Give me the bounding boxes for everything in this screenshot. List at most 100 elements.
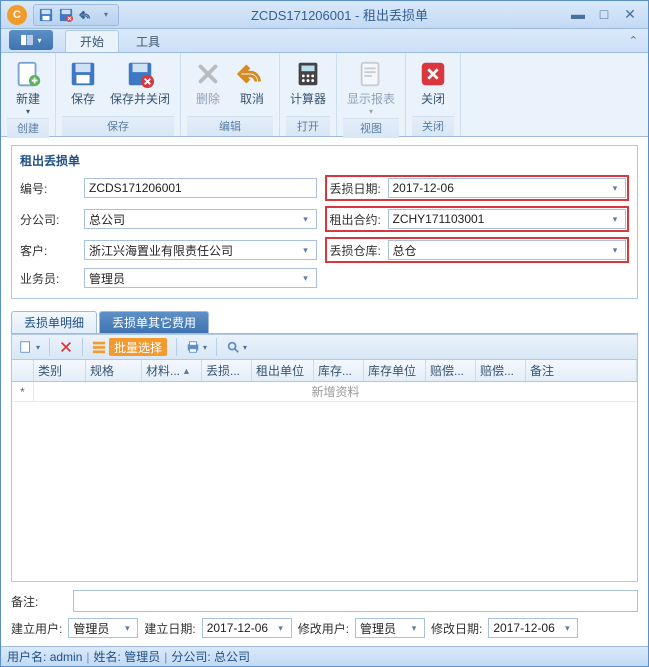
ribbon-tab-tools[interactable]: 工具 (121, 30, 175, 52)
field-warehouse[interactable]: 总仓▾ (388, 240, 627, 260)
col-spec[interactable]: 规格 (86, 360, 142, 381)
status-branch-value: 总公司 (214, 648, 250, 665)
col-stock[interactable]: 库存... (314, 360, 364, 381)
grid-body[interactable]: * 新增资料 (11, 382, 638, 582)
meta-row: 建立用户: 管理员▾ 建立日期: 2017-12-06▾ 修改用户: 管理员▾ … (11, 618, 638, 638)
qat-undo-icon[interactable] (78, 7, 94, 23)
delete-icon (192, 58, 224, 90)
field-modify-date[interactable]: 2017-12-06▾ (488, 618, 578, 638)
qat-save-close-icon[interactable] (58, 7, 74, 23)
detail-area: 丢损单明细 丢损单其它费用 ▾ 批量选择 ▾ ▾ 类别 规格 (11, 311, 638, 582)
new-document-icon (12, 58, 44, 90)
chevron-down-icon[interactable]: ▾ (300, 214, 312, 225)
window-title: ZCDS171206001 - 租出丢损单 (119, 5, 560, 24)
content-area: 租出丢损单 编号: ZCDS171206001 丢损日期: 2017-12-06… (1, 137, 648, 646)
close-icon (417, 58, 449, 90)
save-close-button[interactable]: 保存并关闭 (106, 56, 174, 108)
app-icon: C (7, 5, 27, 25)
label-contract: 租出合约: (328, 211, 384, 228)
col-rent-unit[interactable]: 租出单位 (252, 360, 314, 381)
label-remark: 备注: (11, 593, 67, 610)
toolbar-new-button[interactable]: ▾ (16, 337, 43, 357)
save-button[interactable]: 保存 (62, 56, 104, 108)
label-date: 丢损日期: (328, 180, 384, 197)
field-create-date[interactable]: 2017-12-06▾ (202, 618, 292, 638)
status-bar: 用户名: admin | 姓名: 管理员 | 分公司: 总公司 (1, 646, 648, 666)
report-icon (355, 58, 387, 90)
field-date[interactable]: 2017-12-06▾ (388, 178, 627, 198)
toolbar-delete-button[interactable] (56, 337, 76, 357)
chevron-down-icon[interactable]: ▾ (609, 245, 621, 256)
tab-detail[interactable]: 丢损单明细 (11, 311, 97, 333)
ribbon-collapse-icon[interactable]: ⌃ (619, 34, 648, 47)
ribbon-group-close: 关闭 关闭 (406, 53, 461, 136)
col-comp1[interactable]: 赔偿... (426, 360, 476, 381)
app-window: C ▾ ZCDS171206001 - 租出丢损单 ▬ □ ✕ ▾ 开始 工具 (0, 0, 649, 667)
form-title: 租出丢损单 (20, 152, 629, 169)
label-warehouse: 丢损仓库: (328, 242, 384, 259)
status-branch-label: 分公司: (171, 648, 210, 665)
col-category[interactable]: 类别 (34, 360, 86, 381)
new-row-indicator: * (12, 382, 34, 401)
sort-asc-icon: ▲ (182, 366, 191, 376)
label-operator: 业务员: (20, 270, 76, 287)
highlight-date: 丢损日期: 2017-12-06▾ (325, 175, 630, 201)
toolbar-print-button[interactable]: ▾ (183, 337, 210, 357)
maximize-button[interactable]: □ (596, 6, 612, 23)
field-create-user[interactable]: 管理员▾ (68, 618, 138, 638)
form-panel: 租出丢损单 编号: ZCDS171206001 丢损日期: 2017-12-06… (11, 145, 638, 299)
field-no[interactable]: ZCDS171206001 (84, 178, 317, 198)
label-no: 编号: (20, 180, 76, 197)
new-button[interactable]: 新建 ▾ (7, 56, 49, 118)
field-remark[interactable] (73, 590, 638, 612)
toolbar-batch-button[interactable]: 批量选择 (89, 337, 170, 357)
ribbon-tab-start[interactable]: 开始 (65, 30, 119, 52)
col-remark[interactable]: 备注 (526, 360, 637, 381)
field-branch[interactable]: 总公司▾ (84, 209, 317, 229)
col-material[interactable]: 材料...▲ (142, 360, 202, 381)
cancel-button[interactable]: 取消 (231, 56, 273, 108)
app-menu-button[interactable]: ▾ (9, 30, 53, 50)
label-customer: 客户: (20, 242, 76, 259)
field-operator[interactable]: 管理员▾ (84, 268, 317, 288)
show-report-button: 显示报表 ▾ (343, 56, 399, 118)
grid-corner (12, 360, 34, 381)
ribbon-group-edit: 删除 取消 编辑 (181, 53, 280, 136)
chevron-down-icon[interactable]: ▾ (609, 214, 621, 225)
qat-dropdown-icon[interactable]: ▾ (98, 7, 114, 23)
tab-other-fee[interactable]: 丢损单其它费用 (99, 311, 209, 333)
chevron-down-icon[interactable]: ▾ (609, 183, 621, 194)
ribbon: 新建 ▾ 创建 保存 保存并关闭 保存 (1, 53, 648, 137)
window-buttons: ▬ □ ✕ (560, 6, 648, 23)
qat-save-icon[interactable] (38, 7, 54, 23)
save-icon (67, 58, 99, 90)
quick-access-toolbar: ▾ (33, 4, 119, 26)
minimize-button[interactable]: ▬ (570, 6, 586, 23)
toolbar-preview-button[interactable]: ▾ (223, 337, 250, 357)
grid-toolbar: ▾ 批量选择 ▾ ▾ (11, 334, 638, 360)
calculator-button[interactable]: 计算器 (286, 56, 330, 108)
label-create-user: 建立用户: (11, 620, 62, 637)
close-window-button[interactable]: ✕ (622, 6, 638, 23)
chevron-down-icon[interactable]: ▾ (300, 273, 312, 284)
status-user-value: admin (50, 650, 83, 664)
chevron-down-icon[interactable]: ▾ (300, 245, 312, 256)
ribbon-group-save: 保存 保存并关闭 保存 (56, 53, 181, 136)
ribbon-tab-strip: ▾ 开始 工具 ⌃ (1, 29, 648, 53)
field-modify-user[interactable]: 管理员▾ (355, 618, 425, 638)
col-comp2[interactable]: 赔偿... (476, 360, 526, 381)
undo-icon (236, 58, 268, 90)
field-customer[interactable]: 浙江兴海置业有限责任公司▾ (84, 240, 317, 260)
label-modify-date: 修改日期: (431, 620, 482, 637)
col-stock-unit[interactable]: 库存单位 (364, 360, 426, 381)
ribbon-group-view: 显示报表 ▾ 视图 (337, 53, 406, 136)
save-close-icon (124, 58, 156, 90)
col-loss[interactable]: 丢损... (202, 360, 252, 381)
close-button[interactable]: 关闭 (412, 56, 454, 108)
title-bar: C ▾ ZCDS171206001 - 租出丢损单 ▬ □ ✕ (1, 1, 648, 29)
list-icon (92, 340, 106, 354)
field-contract[interactable]: ZCHY171103001▾ (388, 209, 627, 229)
grid-add-row[interactable]: * 新增资料 (12, 382, 637, 402)
status-name-value: 管理员 (124, 648, 160, 665)
calculator-icon (292, 58, 324, 90)
